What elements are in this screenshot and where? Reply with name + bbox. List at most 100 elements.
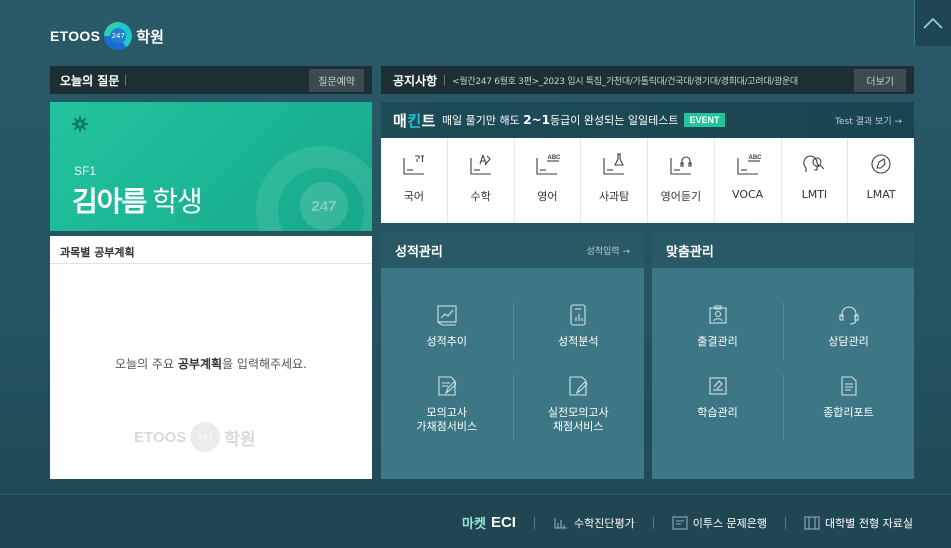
subject-voca[interactable]: ABC VOCA <box>715 138 782 223</box>
question-bank-icon <box>672 515 688 530</box>
subject-korean[interactable]: 국어 <box>381 138 448 223</box>
divider <box>125 74 127 86</box>
subject-label: 수학 <box>470 190 491 203</box>
subject-science[interactable]: 사과탐 <box>581 138 648 223</box>
logo-badge: 247 <box>110 28 127 44</box>
subject-label: VOCA <box>732 188 764 201</box>
market-eci-link[interactable]: 마켓 ECI <box>462 513 516 532</box>
notice-link[interactable]: <월간247 6월호 3편>_2023 입시 특집_가천대/가톨릭대/건국대/경… <box>452 74 832 87</box>
logo-brand: ETOOS <box>50 28 101 44</box>
test-result-link[interactable]: Test 결과 보기 → <box>835 114 902 127</box>
lmti-icon <box>803 155 825 172</box>
study-management-button[interactable]: 학습관리 <box>652 375 783 420</box>
event-badge[interactable]: EVENT <box>684 113 725 127</box>
footer-link-label: 이투스 문제은행 <box>692 516 768 530</box>
cell-label: 모의고사 가채점서비스 <box>416 406 478 433</box>
counseling-button[interactable]: 상담관리 <box>783 304 914 349</box>
divider <box>652 516 654 529</box>
watermark-badge: 247 <box>190 422 221 452</box>
watermark-brand: ETOOS <box>134 428 187 446</box>
cell-label: 학습관리 <box>697 406 738 419</box>
logo-part: 트 <box>421 111 436 130</box>
eci-label: ECI <box>490 514 516 531</box>
logo-part: 매 <box>393 111 408 130</box>
gear-icon[interactable] <box>72 116 88 132</box>
divider <box>785 516 787 529</box>
daily-test-panel: 매킨트 매일 풀기만 해도 2~1등급이 완성되는 일일테스트 EVENT Te… <box>381 102 914 223</box>
logo-part: 킨 <box>407 111 422 130</box>
cell-label: 상담관리 <box>828 335 869 348</box>
msg-part: 오늘의 주요 <box>115 357 178 371</box>
divider <box>444 74 446 86</box>
question-bank-link[interactable]: 이투스 문제은행 <box>672 515 767 531</box>
score-management-panel: 성적관리 성적입력 → 성적추이 성적분석 모의고사 가채점서비스 실전모의고사… <box>381 232 644 479</box>
score-input-link[interactable]: 성적입력 → <box>586 244 630 257</box>
report-button[interactable]: 종합리포트 <box>783 375 914 420</box>
diagnosis-icon <box>554 517 567 529</box>
lmat-icon <box>871 154 891 174</box>
analysis-icon <box>570 304 586 326</box>
student-card: 247 SF1 김아름 학생 <box>50 102 372 231</box>
msg-bold: 공부계획 <box>177 357 223 371</box>
etoos-watermark: ETOOS 247 학원 <box>134 422 256 452</box>
footer-link-label: 수학진단평가 <box>573 516 635 530</box>
divider <box>533 516 535 529</box>
subject-english[interactable]: ABC 영어 <box>515 138 582 223</box>
custom-grid: 출결관리 상담관리 학습관리 종합리포트 <box>652 268 914 479</box>
math-diagnosis-link[interactable]: 수학진단평가 <box>553 515 635 531</box>
question-title: 오늘의 질문 <box>60 73 120 88</box>
cell-label: 성적추이 <box>426 335 467 348</box>
study-plan-message[interactable]: 오늘의 주요 공부계획을 입력해주세요. <box>50 355 372 372</box>
notice-more-button[interactable]: 더보기 <box>854 68 906 92</box>
voca-icon: ABC <box>737 155 761 175</box>
scroll-top-button[interactable] <box>914 0 951 46</box>
footer: 마켓 ECI 수학진단평가 이투스 문제은행 대학별 전형 자료실 <box>0 494 951 548</box>
mock-exam-button[interactable]: 모의고사 가채점서비스 <box>381 375 513 434</box>
notice-title: 공지사항 <box>393 73 438 88</box>
etoos-logo[interactable]: ETOOS 247 학원 <box>50 22 164 50</box>
score-title: 성적관리 <box>395 244 443 260</box>
subject-label: 사과탐 <box>598 190 630 203</box>
subject-label: LMTI <box>801 188 828 201</box>
trend-icon <box>437 305 457 326</box>
score-grid: 성적추이 성적분석 모의고사 가채점서비스 실전모의고사 채점서비스 <box>381 268 644 479</box>
report-icon <box>840 376 857 396</box>
attendance-button[interactable]: 출결관리 <box>652 304 783 349</box>
cell-label: 종합리포트 <box>823 406 874 419</box>
logo-academy: 학원 <box>136 27 164 46</box>
korean-icon <box>403 155 424 175</box>
subject-lmti[interactable]: LMTI <box>782 138 849 223</box>
msg-part: 을 입력해주세요. <box>222 357 307 371</box>
desc-part: 매일 풀기만 해도 <box>441 114 524 127</box>
daily-test-banner: 매킨트 매일 풀기만 해도 2~1등급이 완성되는 일일테스트 EVENT Te… <box>381 102 914 138</box>
student-name: 김아름 학생 <box>72 180 203 220</box>
subject-list: 국어 수학 ABC 영어 사과탐 영어듣기 ABC VOCA LMTI LMAT <box>381 138 914 223</box>
student-name-text: 김아름 <box>72 185 147 218</box>
desc-part: 등급이 완성되는 일일테스트 <box>550 114 679 127</box>
svg-text:ABC: ABC <box>548 155 561 161</box>
score-trend-button[interactable]: 성적추이 <box>381 304 513 349</box>
study-icon <box>708 377 727 395</box>
subject-math[interactable]: 수학 <box>448 138 515 223</box>
subject-label: 영어듣기 <box>660 190 702 203</box>
student-class: SF1 <box>74 164 97 178</box>
cell-label: 실전모의고사 채점서비스 <box>547 406 609 433</box>
subject-label: LMAT <box>866 188 896 201</box>
page-root: ETOOS 247 학원 오늘의 질문 질문예약 공지사항 <월간247 6월호… <box>0 0 951 548</box>
cell-label: 성적분석 <box>558 335 599 348</box>
real-exam-icon <box>569 376 589 396</box>
university-library-link[interactable]: 대학별 전형 자료실 <box>804 515 913 531</box>
subject-listening[interactable]: 영어듣기 <box>648 138 715 223</box>
eci-prefix: 마켓 <box>462 516 486 531</box>
footer-links: 마켓 ECI 수학진단평가 이투스 문제은행 대학별 전형 자료실 <box>462 513 913 532</box>
library-icon <box>804 515 820 530</box>
question-reserve-button[interactable]: 질문예약 <box>309 68 364 92</box>
notice-bar: 공지사항 <월간247 6월호 3편>_2023 입시 특집_가천대/가톨릭대/… <box>381 66 914 94</box>
svg-text:ABC: ABC <box>748 155 761 161</box>
subject-lmat[interactable]: LMAT <box>848 138 914 223</box>
subject-label: 영어 <box>537 190 558 203</box>
daily-test-logo: 매킨트 <box>393 110 436 131</box>
real-exam-button[interactable]: 실전모의고사 채점서비스 <box>513 375 645 434</box>
desc-bold: 2~1 <box>523 113 551 127</box>
score-analysis-button[interactable]: 성적분석 <box>513 304 645 349</box>
